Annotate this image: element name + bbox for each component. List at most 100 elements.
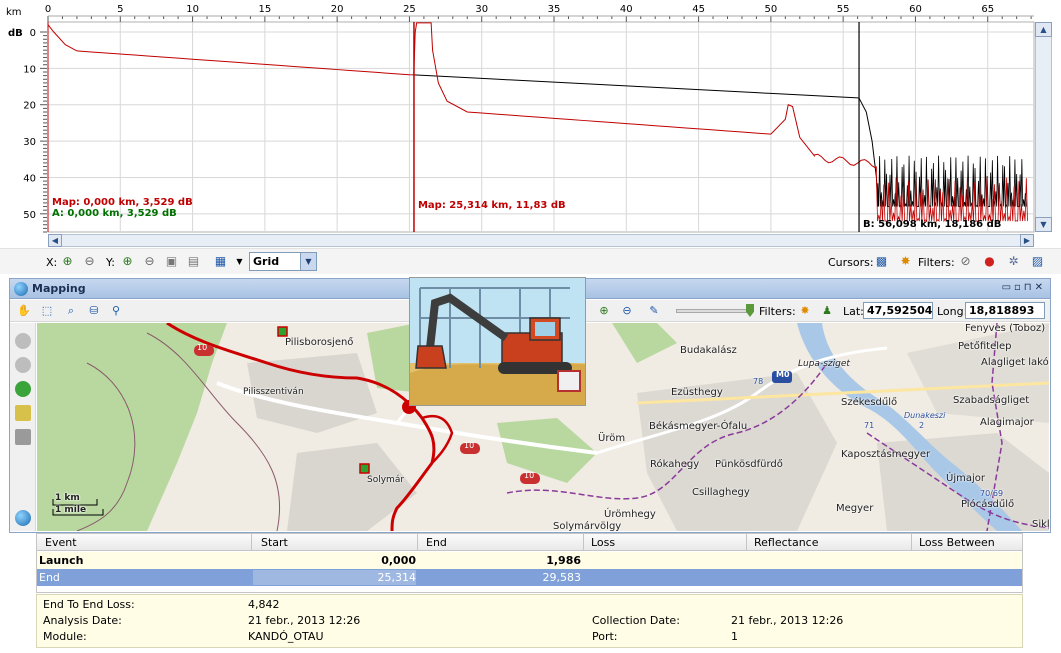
x-zoom-out-icon[interactable]: ⊖ xyxy=(81,253,98,270)
otdr-trace-plot[interactable]: 0 5 10 15 20 25 30 35 40 45 50 55 60 65 0 10 20 30 40 50 km d… xyxy=(0,0,1061,247)
place-label: Pilisborosjenő xyxy=(285,337,354,348)
scroll-down-icon[interactable]: ▼ xyxy=(1035,217,1052,232)
col-header-end[interactable]: End xyxy=(426,536,447,549)
place-label: Rókahegy xyxy=(650,459,700,470)
layers-icon[interactable]: ⛁ xyxy=(86,303,102,319)
col-header-loss[interactable]: Loss xyxy=(591,536,615,549)
place-label: Kaposztásmegyer xyxy=(841,449,931,460)
x-tick-label: 5 xyxy=(117,4,123,15)
lat-field[interactable]: 47,592504 xyxy=(863,302,933,319)
place-label: Alagimajor xyxy=(980,417,1034,428)
y-zoom-out-icon[interactable]: ⊖ xyxy=(141,253,158,270)
map-cursor-2-label: Map: 25,314 km, 11,83 dB xyxy=(418,200,566,211)
place-label: Üröm xyxy=(598,433,626,444)
x-tick-label: 25 xyxy=(403,4,416,15)
place-label: Megyer xyxy=(836,503,874,514)
otdr-application: 0 5 10 15 20 25 30 35 40 45 50 55 60 65 0 10 20 30 40 50 km d… xyxy=(0,0,1061,653)
road-number-label: M0 xyxy=(776,370,790,379)
road-number-label: 10 xyxy=(524,471,535,480)
window-controls[interactable]: ▭▫⊓✕ xyxy=(1002,282,1046,293)
world-view-icon[interactable] xyxy=(15,510,31,526)
scroll-up-icon[interactable]: ▲ xyxy=(1035,22,1052,37)
long-field[interactable]: 18,818893 xyxy=(965,302,1045,319)
table-row[interactable]: Launch 0,000 1,986 xyxy=(37,552,1022,569)
event-name: End xyxy=(39,571,60,584)
cursor-tool-icon[interactable]: ▩ xyxy=(873,253,890,270)
event-marker-icon[interactable]: ✸ xyxy=(897,253,914,270)
x-tick-label: 45 xyxy=(692,4,705,15)
select-box-icon[interactable]: ⬚ xyxy=(39,303,55,319)
urban-area-northeast xyxy=(907,323,1049,423)
map-event-filter-icon[interactable]: ✸ xyxy=(797,303,813,319)
event-name: Launch xyxy=(39,554,84,567)
side-tool-1-icon[interactable] xyxy=(15,333,31,349)
x-tick-label: 40 xyxy=(620,4,633,15)
search-map-icon[interactable]: ⚲ xyxy=(108,303,124,319)
display-options-dropdown-icon[interactable]: ▼ xyxy=(231,253,248,270)
col-header-start[interactable]: Start xyxy=(261,536,288,549)
view-mode-select[interactable]: Grid ▼ xyxy=(249,252,317,271)
place-label: Békásmegyer-Ófalu xyxy=(649,421,748,432)
x-tick-label: 0 xyxy=(45,4,51,15)
place-label: Budakalász xyxy=(680,345,737,356)
route-start-marker[interactable] xyxy=(277,326,288,337)
scroll-left-icon[interactable]: ◀ xyxy=(48,234,62,247)
side-tool-2-icon[interactable] xyxy=(15,357,31,373)
vertical-scrollbar[interactable]: ▲ ▼ xyxy=(1035,22,1052,232)
map-cursor-1-label: Map: 0,000 km, 3,529 dB xyxy=(52,197,193,208)
place-label: Petőfitelep xyxy=(958,341,1012,352)
filter-none-icon[interactable]: ⊘ xyxy=(957,253,974,270)
x-zoom-in-icon[interactable]: ⊕ xyxy=(59,253,76,270)
y-tick-label: 50 xyxy=(23,210,36,221)
x-tick-label: 30 xyxy=(475,4,488,15)
chevron-down-icon[interactable]: ▼ xyxy=(300,253,316,270)
export-icon[interactable]: ▨ xyxy=(1029,253,1046,270)
event-start: 0,000 xyxy=(381,554,416,567)
col-header-reflectance[interactable]: Reflectance xyxy=(754,536,819,549)
view-mode-value: Grid xyxy=(253,255,280,268)
scroll-right-icon[interactable]: ▶ xyxy=(1020,234,1034,247)
find-route-icon[interactable]: ⌕ xyxy=(63,303,79,319)
module-value: KANDÓ_OTAU xyxy=(248,630,324,643)
settings-gear-icon[interactable]: ✲ xyxy=(1005,253,1022,270)
otdr-trace-panel[interactable]: 0 5 10 15 20 25 30 35 40 45 50 55 60 65 0 10 20 30 40 50 km d… xyxy=(0,0,1061,276)
route-end-marker[interactable] xyxy=(359,463,370,474)
x-tick-label: 15 xyxy=(258,4,271,15)
place-label: Szabadságliget xyxy=(953,395,1030,406)
port-value: 1 xyxy=(731,630,738,643)
event-end: 1,986 xyxy=(546,554,581,567)
side-tool-4-icon[interactable] xyxy=(15,405,31,421)
col-header-event[interactable]: Event xyxy=(45,536,77,549)
map-side-toolbar xyxy=(10,323,36,531)
cursor-b-label: B: 56,098 km, 18,186 dB xyxy=(863,219,1001,230)
measurement-summary: End To End Loss: 4,842 Analysis Date: 21… xyxy=(36,594,1023,648)
full-view-icon[interactable]: ▤ xyxy=(185,253,202,270)
label-toggle-icon[interactable]: ✎ xyxy=(646,303,662,319)
display-options-icon[interactable]: ▦ xyxy=(212,253,229,270)
map-zoom-slider[interactable] xyxy=(676,309,750,313)
y-unit-label: dB xyxy=(8,28,23,39)
end-to-end-loss-value: 4,842 xyxy=(248,598,280,611)
side-tool-5-icon[interactable] xyxy=(15,429,31,445)
table-row-selected[interactable]: End 25,314 29,583 xyxy=(37,569,1022,586)
y-zoom-label: Y: xyxy=(106,256,115,269)
y-tick-label: 40 xyxy=(23,173,36,184)
map-zoom-slider-handle[interactable] xyxy=(746,304,754,317)
pan-hand-icon[interactable]: ✋ xyxy=(16,303,32,319)
place-label: Pünkösdfürdő xyxy=(715,459,783,470)
horizontal-scrollbar[interactable]: ◀ ▶ xyxy=(48,234,1034,247)
y-zoom-in-icon[interactable]: ⊕ xyxy=(119,253,136,270)
map-user-filter-icon[interactable]: ♟ xyxy=(819,303,835,319)
map-zoom-in-icon[interactable]: ⊕ xyxy=(596,303,612,319)
col-header-loss-between[interactable]: Loss Between xyxy=(919,536,995,549)
end-to-end-loss-label: End To End Loss: xyxy=(43,598,135,611)
road-number-label: 2 xyxy=(919,421,925,430)
map-zoom-out-icon[interactable]: ⊖ xyxy=(619,303,635,319)
filter-pin-icon[interactable]: ● xyxy=(981,253,998,270)
port-label: Port: xyxy=(592,630,618,643)
x-tick-label: 10 xyxy=(186,4,199,15)
fit-view-icon[interactable]: ▣ xyxy=(163,253,180,270)
collection-date-value: 21 febr., 2013 12:26 xyxy=(731,614,844,627)
scale-label-km: 1 km xyxy=(55,493,80,503)
side-tool-3-icon[interactable] xyxy=(15,381,31,397)
